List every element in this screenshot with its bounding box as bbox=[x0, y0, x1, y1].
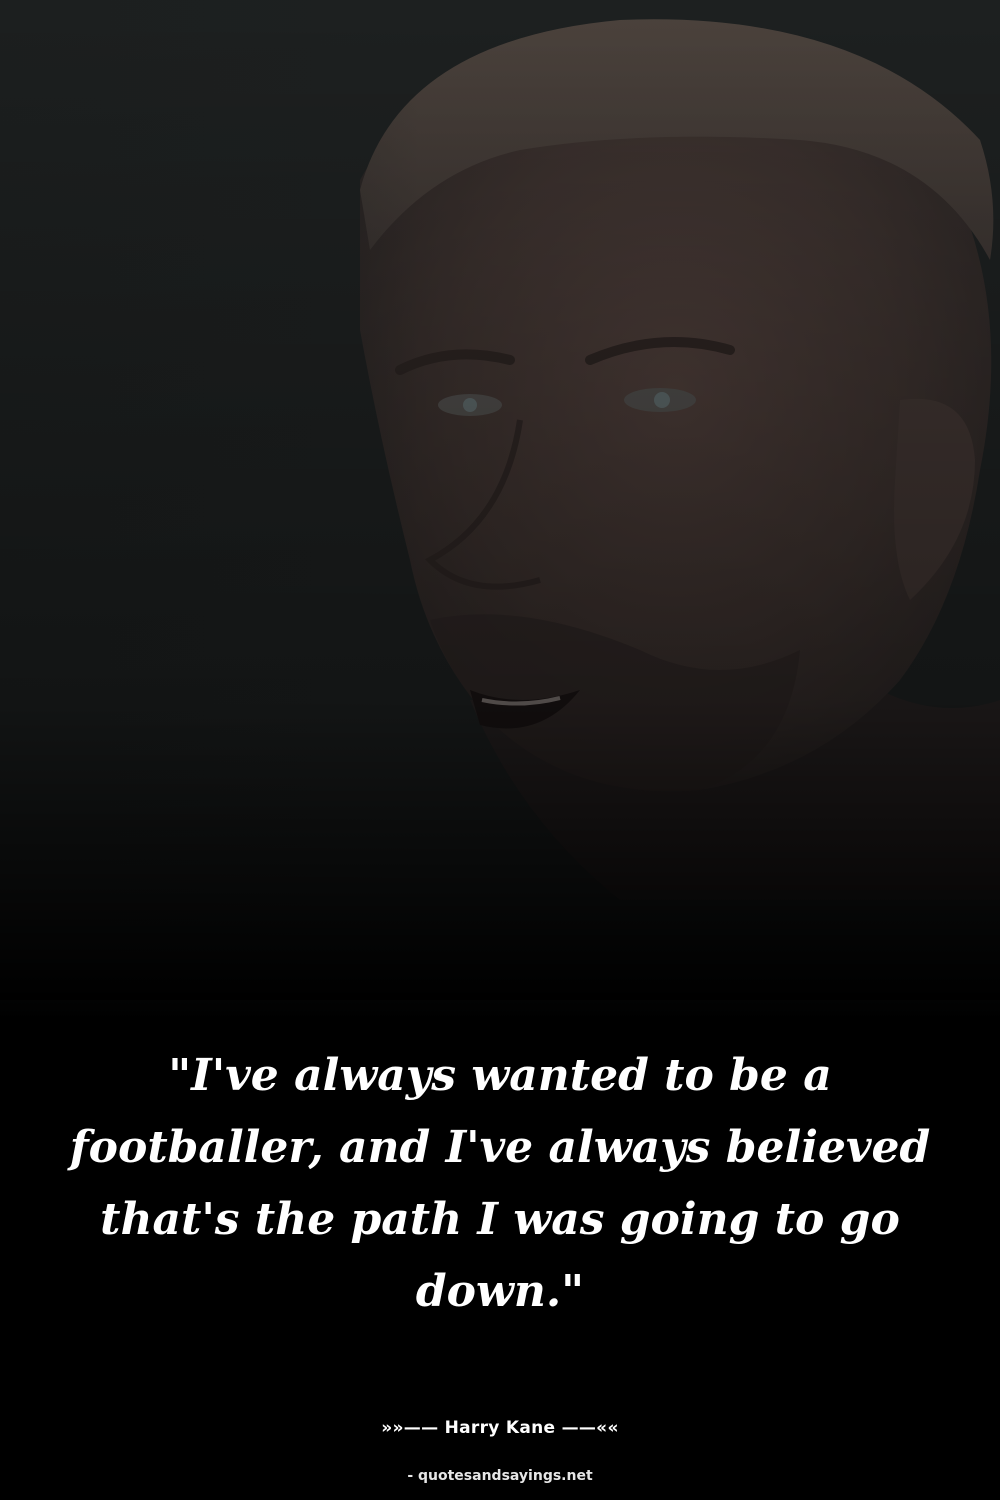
source-credit[interactable]: - quotesandsayings.net bbox=[0, 1468, 1000, 1484]
quote-text: "I've always wanted to be a footballer, … bbox=[69, 1050, 931, 1317]
portrait-photo bbox=[0, 0, 1000, 1000]
quote-author: »»—— Harry Kane ——«« bbox=[381, 1418, 619, 1438]
quote-poster: "I've always wanted to be a footballer, … bbox=[0, 0, 1000, 1500]
